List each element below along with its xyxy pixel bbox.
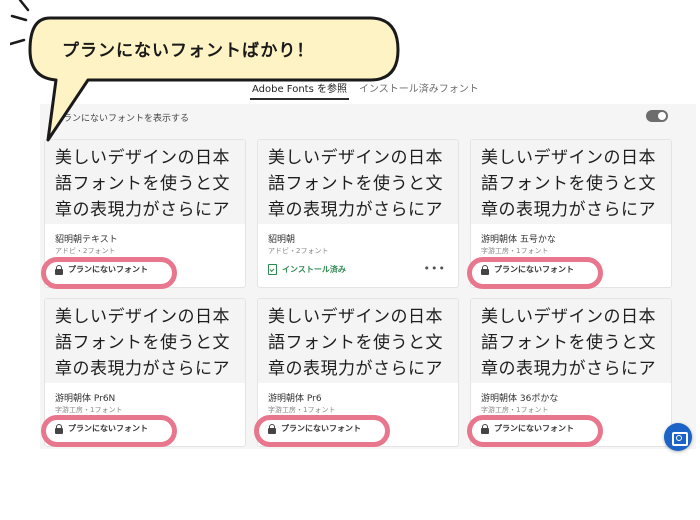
font-foundry-meta: アドビ・2フォント xyxy=(55,247,116,255)
font-foundry-meta: アドビ・2フォント xyxy=(268,247,329,255)
accent-mark xyxy=(10,14,28,22)
feedback-icon[interactable] xyxy=(664,423,692,451)
show-unavailable-fonts-toggle[interactable] xyxy=(646,110,668,122)
font-foundry-meta: 字游工房・1フォント xyxy=(268,406,336,414)
more-options-button[interactable]: ••• xyxy=(424,262,446,275)
font-family-name: 游明朝体 五号かな xyxy=(481,235,556,245)
install-check-icon xyxy=(268,264,277,275)
toggle-knob xyxy=(658,112,666,120)
badge-highlight-ring xyxy=(254,415,390,447)
font-sample-text: 美しいデザインの日本語フォントを使うと文章の表現力がさらにアップします xyxy=(45,299,245,383)
font-family-name: 游明朝体 Pr6N xyxy=(55,394,116,404)
font-sample-text: 美しいデザインの日本語フォントを使うと文章の表現力がさらにアップします xyxy=(258,299,458,383)
badge-label: インストール済み xyxy=(282,265,346,274)
font-sample-text: 美しいデザインの日本語フォントを使うと文章の表現力がさらにアップします xyxy=(471,299,671,383)
accent-mark xyxy=(18,0,30,12)
font-family-name: 貂明朝 xyxy=(268,235,296,245)
accent-mark xyxy=(10,38,26,46)
font-family-name: 游明朝体 Pr6 xyxy=(268,394,322,404)
font-foundry-meta: 字游工房・1フォント xyxy=(481,406,549,414)
badge-highlight-ring xyxy=(467,415,603,447)
font-sample-text: 美しいデザインの日本語フォントを使うと文章の表現力がさらにアップします xyxy=(258,140,458,224)
font-family-name: 游明朝体 36ポかな xyxy=(481,394,559,404)
font-foundry-meta: 字游工房・1フォント xyxy=(481,247,549,255)
callout-text: プランにないフォントばかり！ xyxy=(62,41,315,61)
font-family-name: 貂明朝テキスト xyxy=(55,235,118,245)
font-sample-text: 美しいデザインの日本語フォントを使うと文章の表現力がさらにアップします xyxy=(471,140,671,224)
badge-highlight-ring xyxy=(41,415,177,447)
font-card[interactable]: 美しいデザインの日本語フォントを使うと文章の表現力がさらにアップします 貂明朝 … xyxy=(257,139,459,288)
font-foundry-meta: 字游工房・1フォント xyxy=(55,406,123,414)
badge-highlight-ring xyxy=(467,257,603,289)
badge-highlight-ring xyxy=(41,257,177,289)
speech-bubble-callout xyxy=(10,0,400,142)
font-sample-text: 美しいデザインの日本語フォントを使うと文章の表現力がさらにアップします xyxy=(45,140,245,224)
installed-badge: インストール済み xyxy=(268,264,346,275)
